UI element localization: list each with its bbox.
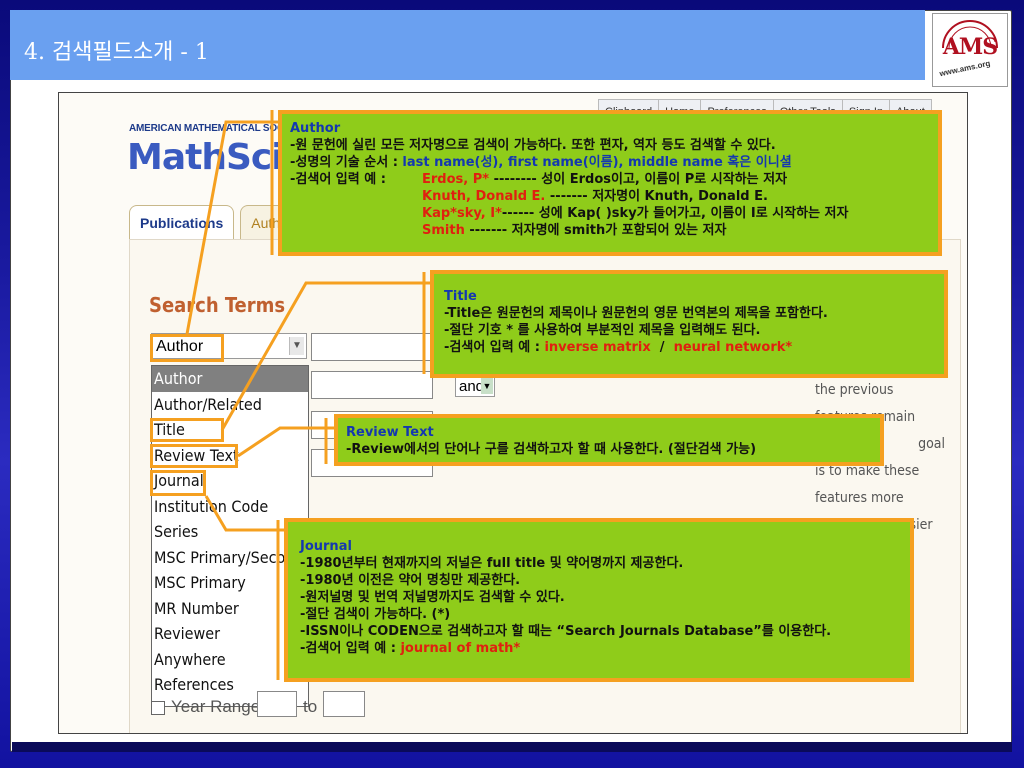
field-option[interactable]: Institution Code — [152, 494, 308, 520]
callout-journal-heading: Journal — [300, 539, 352, 554]
callout-journal-line5: -ISSN이나 CODEN으로 검색하고자 할 때는 “Search Journ… — [300, 624, 832, 639]
callout-journal-line4: -절단 검색이 가능하다. (*) — [300, 607, 451, 622]
author-example-desc: ------- 저자명에 smith가 포함되어 있는 저자 — [464, 223, 727, 238]
year-range-checkbox[interactable] — [151, 700, 165, 715]
author-example-desc: -------- 성이 Erdos이고, 이름이 P로 시작하는 저자 — [489, 172, 788, 187]
author-example-row: Kap*sky, I*------ 성에 Kap( )sky가 들어가고, 이름… — [422, 205, 848, 222]
callout-author: Author -원 문헌에 실린 모든 저자명으로 검색이 가능하다. 또한 편… — [278, 110, 942, 256]
author-example-row: Smith ------- 저자명에 smith가 포함되어 있는 저자 — [422, 222, 848, 239]
callout-journal-line6: -검색어 입력 예 : journal of math* — [300, 641, 521, 656]
callout-journal-line3: -원저널명 및 번역 저널명까지도 검색할 수 있다. — [300, 590, 565, 605]
author-example-term: Smith — [422, 223, 465, 238]
callout-author-examples: -검색어 입력 예 : Erdos, P* -------- 성이 Erdos이… — [290, 171, 930, 239]
search-input-1[interactable] — [311, 333, 433, 361]
author-example-row: Erdos, P* -------- 성이 Erdos이고, 이름이 P로 시작… — [422, 171, 848, 188]
slide-title: 4. 검색필드소개 - 1 — [24, 40, 209, 65]
author-example-term: Kap*sky, I* — [422, 206, 502, 221]
callout-author-line1: -원 문헌에 실린 모든 저자명으로 검색이 가능하다. 또한 편자, 역자 등… — [290, 138, 776, 153]
tab-publications[interactable]: Publications — [129, 205, 235, 240]
callout-review-line1: -Review에서의 단어나 구를 검색하고자 할 때 사용한다. (절단검색 … — [346, 442, 757, 457]
year-to-input[interactable] — [323, 691, 365, 717]
highlight-review — [150, 444, 238, 468]
callout-title-heading: Title — [444, 289, 477, 304]
field-option[interactable]: Author/Related — [152, 392, 308, 418]
highlight-title — [150, 418, 224, 442]
callout-title-line1: -Title은 원문헌의 제목이나 원문헌의 영문 번역본의 제목을 포함한다. — [444, 306, 828, 321]
search-input-2[interactable] — [311, 371, 433, 399]
callout-journal: Journal -1980년부터 현재까지의 저널은 full title 및 … — [284, 518, 914, 682]
callout-author-example-label: -검색어 입력 예 : — [290, 172, 386, 187]
callout-title: Title -Title은 원문헌의 제목이나 원문헌의 영문 번역본의 제목을… — [430, 270, 948, 378]
ams-logo: AMS www.ams.org — [932, 13, 1008, 87]
highlight-journal — [150, 470, 206, 496]
operator-select[interactable]: and ▼ — [455, 375, 495, 397]
callout-title-line2: -절단 기호 * 를 사용하여 부분적인 제목을 입력해도 된다. — [444, 323, 761, 338]
callout-author-line2: -성명의 기술 순서 : last name(성), first name(이름… — [290, 155, 792, 170]
callout-author-example-list: Erdos, P* -------- 성이 Erdos이고, 이름이 P로 시작… — [422, 171, 848, 239]
slide-shadow — [12, 742, 1012, 752]
logo-text: AMS — [942, 34, 998, 60]
field-option[interactable]: Author — [152, 366, 308, 392]
callout-journal-line1: -1980년부터 현재까지의 저널은 full title 및 약어명까지 제공… — [300, 556, 684, 571]
highlight-author — [150, 334, 224, 362]
search-terms-heading: Search Terms — [149, 293, 286, 317]
side-note-line: the previous — [815, 382, 894, 398]
year-to-label: to — [303, 697, 318, 716]
callout-review-heading: Review Text — [346, 425, 434, 440]
callout-title-line3: -검색어 입력 예 : inverse matrix / neural netw… — [444, 340, 793, 355]
callout-review: Review Text -Review에서의 단어나 구를 검색하고자 할 때 … — [334, 414, 884, 466]
callout-journal-line2: -1980년 이전은 약어 명칭만 제공한다. — [300, 573, 521, 588]
side-note-line: features more — [815, 490, 904, 506]
author-example-term: Erdos, P* — [422, 172, 490, 187]
callout-author-heading: Author — [290, 121, 341, 136]
year-range-label: Year Range: — [151, 697, 265, 717]
logo-url: www.ams.org — [938, 58, 992, 79]
year-from-input[interactable] — [257, 691, 297, 717]
chevron-down-icon: ▼ — [289, 337, 304, 355]
author-example-desc: ------- 저자명이 Knuth, Donald E. — [545, 189, 768, 204]
author-example-row: Knuth, Donald E. ------- 저자명이 Knuth, Don… — [422, 188, 848, 205]
year-range-text: Year Range: — [171, 697, 265, 716]
author-example-desc: ------ 성에 Kap( )sky가 들어가고, 이름이 I로 시작하는 저… — [501, 206, 849, 221]
chevron-down-icon: ▼ — [481, 378, 493, 394]
author-example-term: Knuth, Donald E. — [422, 189, 546, 204]
title-bar: 4. 검색필드소개 - 1 — [10, 10, 925, 80]
